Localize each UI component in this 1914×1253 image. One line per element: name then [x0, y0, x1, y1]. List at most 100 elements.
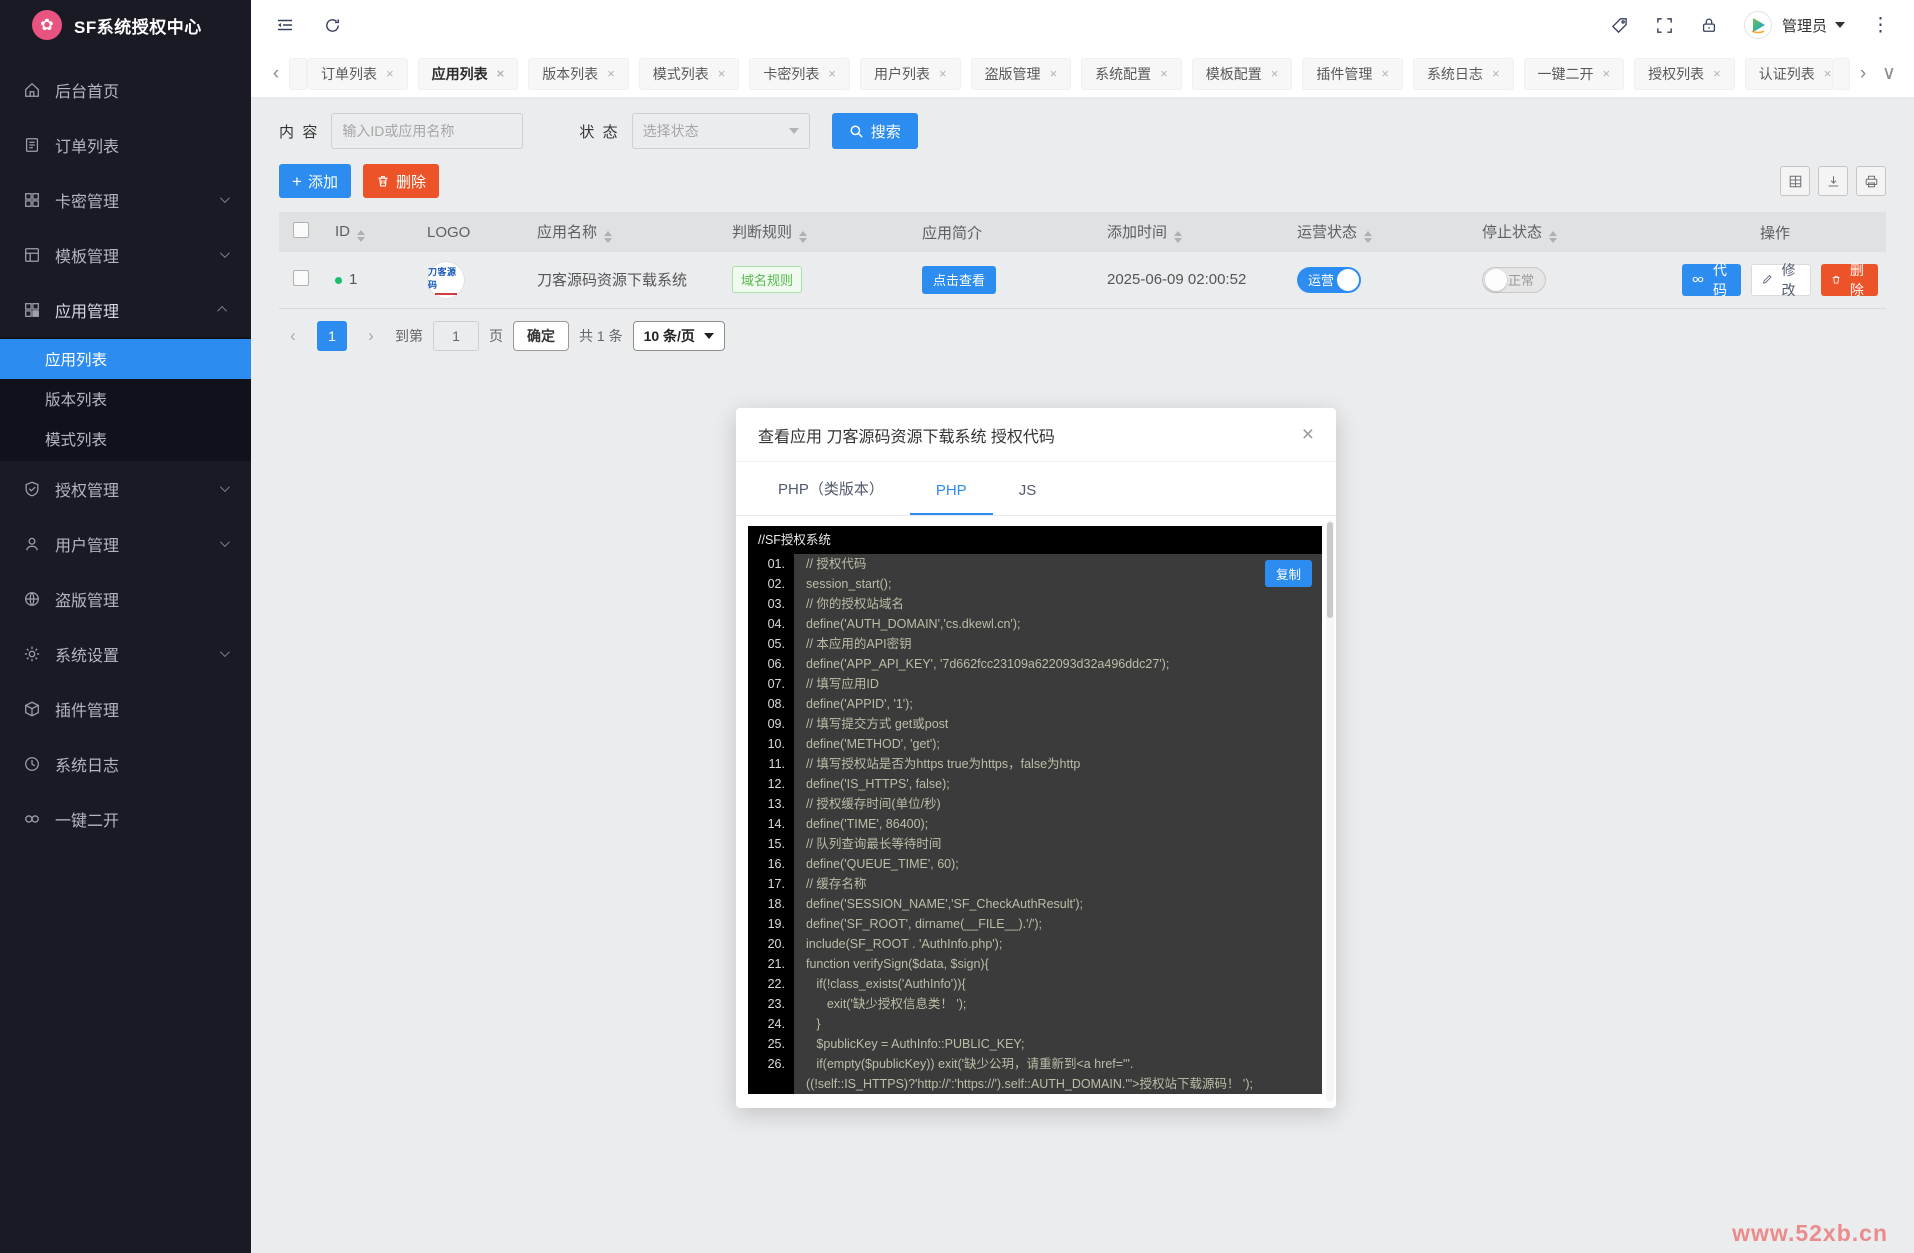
page-tab[interactable]: 盗版管理 ×: [970, 57, 1072, 90]
jump-page-input[interactable]: [433, 320, 479, 351]
page-tab[interactable]: 插件管理 ×: [1302, 57, 1403, 90]
table-header-row: ID LOGO 应用名称 判断规则 应用简介 添加时间 运营状态 停止状态 操作: [279, 212, 1886, 252]
col-stop-status[interactable]: 停止状态: [1474, 212, 1664, 252]
page-tab[interactable]: 一键二开 ×: [1523, 57, 1625, 90]
delete-row-button[interactable]: 删除: [1820, 262, 1878, 298]
column-settings-icon[interactable]: [1780, 166, 1810, 196]
close-icon[interactable]: ×: [1713, 66, 1721, 81]
tabs-dropdown-icon[interactable]: ∨: [1876, 62, 1902, 85]
user-avatar[interactable]: [1743, 11, 1772, 39]
sort-icon[interactable]: [799, 231, 808, 243]
sidebar-item-home[interactable]: 后台首页: [0, 62, 251, 117]
sort-icon[interactable]: [604, 231, 613, 243]
sidebar-subitem-version-list[interactable]: 版本列表: [0, 379, 251, 419]
scrollbar-thumb[interactable]: [1327, 522, 1333, 618]
delete-button[interactable]: 删除: [362, 164, 439, 198]
page-tab[interactable]: 系统配置 ×: [1081, 57, 1182, 90]
sidebar-item-templates[interactable]: 模板管理: [0, 227, 251, 282]
page-tab[interactable]: 版本列表 ×: [528, 57, 629, 90]
row-checkbox[interactable]: [293, 269, 309, 286]
view-intro-button[interactable]: 点击查看: [922, 265, 997, 294]
next-page-icon[interactable]: ›: [357, 322, 385, 350]
username[interactable]: 管理员: [1782, 15, 1827, 36]
sidebar-item-onekey[interactable]: 一键二开: [0, 791, 251, 846]
close-icon[interactable]: ×: [718, 66, 726, 81]
status-dot: [335, 277, 342, 285]
refresh-icon[interactable]: [323, 16, 342, 35]
close-icon[interactable]: ×: [1271, 66, 1279, 81]
search-button[interactable]: 搜索: [831, 113, 918, 149]
current-page[interactable]: 1: [317, 320, 347, 351]
modal-tab[interactable]: JS: [993, 482, 1063, 515]
sidebar-item-orders[interactable]: 订单列表: [0, 117, 251, 172]
col-time[interactable]: 添加时间: [1099, 212, 1289, 252]
clipped-tab[interactable]: [289, 57, 307, 90]
page-size-select[interactable]: 10 条/页: [632, 320, 725, 351]
tabs-scroll-right-icon[interactable]: ›: [1850, 63, 1876, 85]
sidebar-subitem-mode-list[interactable]: 模式列表: [0, 419, 251, 459]
page-tab[interactable]: 应用列表 ×: [417, 57, 519, 90]
col-rule[interactable]: 判断规则: [724, 212, 914, 252]
close-icon[interactable]: ×: [1381, 66, 1389, 81]
page-tab[interactable]: 用户列表 ×: [859, 57, 961, 90]
page-tab[interactable]: 系统日志 ×: [1412, 57, 1514, 90]
close-icon[interactable]: ×: [497, 66, 505, 81]
close-icon[interactable]: ×: [1050, 66, 1058, 81]
print-icon[interactable]: [1856, 166, 1886, 196]
sidebar-item-logs[interactable]: 系统日志: [0, 736, 251, 791]
add-button[interactable]: + 添加: [279, 164, 351, 198]
page-tab[interactable]: 卡密列表 ×: [749, 57, 850, 90]
modal-scrollbar[interactable]: [1326, 520, 1334, 1102]
page-tab[interactable]: 订单列表 ×: [307, 57, 408, 90]
page-tab[interactable]: 授权列表 ×: [1634, 57, 1735, 90]
edit-button[interactable]: 修改: [1751, 262, 1811, 298]
sidebar-item-auth[interactable]: 授权管理: [0, 461, 251, 516]
page-tab[interactable]: 模式列表 ×: [638, 57, 740, 90]
modal-tab[interactable]: PHP: [909, 482, 993, 515]
close-icon[interactable]: ×: [1492, 66, 1500, 81]
content-filter-input[interactable]: [331, 113, 524, 149]
sidebar-item-cards[interactable]: 卡密管理: [0, 172, 251, 227]
sidebar-item-label: 插件管理: [55, 702, 120, 720]
code-button[interactable]: 代码: [1682, 262, 1742, 298]
copy-button[interactable]: 复制: [1264, 560, 1312, 587]
sidebar-item-plugins[interactable]: 插件管理: [0, 681, 251, 736]
close-icon[interactable]: ×: [939, 66, 947, 81]
tabs-scroll-left-icon[interactable]: ‹: [263, 63, 289, 85]
clipped-tab[interactable]: [1832, 57, 1850, 90]
status-select[interactable]: 选择状态: [631, 113, 810, 149]
close-icon[interactable]: ×: [386, 66, 394, 81]
select-all-checkbox[interactable]: [293, 222, 309, 238]
page-tab[interactable]: 认证列表 ×: [1744, 57, 1832, 90]
close-icon[interactable]: ×: [1603, 66, 1611, 81]
modal-tab[interactable]: PHP（类版本）: [752, 478, 910, 515]
lock-icon[interactable]: [1700, 16, 1718, 34]
collapse-menu-icon[interactable]: [275, 15, 295, 35]
close-icon[interactable]: ×: [1302, 424, 1314, 445]
sidebar-item-settings[interactable]: 系统设置: [0, 626, 251, 681]
sort-icon[interactable]: [1174, 231, 1183, 243]
prev-page-icon[interactable]: ‹: [279, 322, 307, 350]
col-run-status[interactable]: 运营状态: [1289, 212, 1474, 252]
close-icon[interactable]: ×: [1824, 66, 1832, 81]
close-icon[interactable]: ×: [1160, 66, 1168, 81]
confirm-button[interactable]: 确定: [513, 320, 569, 351]
sort-icon[interactable]: [1549, 231, 1558, 243]
page-tab[interactable]: 模板配置 ×: [1191, 57, 1293, 90]
stop-status-toggle[interactable]: 正常: [1482, 266, 1546, 293]
sidebar-item-piracy[interactable]: 盗版管理: [0, 571, 251, 626]
sidebar-item-apps[interactable]: 应用管理: [0, 282, 251, 337]
more-menu-icon[interactable]: ⋮: [1871, 14, 1890, 37]
col-id[interactable]: ID: [327, 212, 419, 252]
sort-icon[interactable]: [1364, 231, 1373, 243]
fullscreen-icon[interactable]: [1655, 16, 1674, 35]
sort-icon[interactable]: [357, 229, 365, 242]
close-icon[interactable]: ×: [607, 66, 615, 81]
run-status-toggle[interactable]: 运营: [1297, 266, 1361, 293]
sidebar-subitem-app-list[interactable]: 应用列表: [0, 339, 251, 379]
close-icon[interactable]: ×: [828, 66, 836, 81]
sidebar-item-users[interactable]: 用户管理: [0, 516, 251, 571]
col-name[interactable]: 应用名称: [529, 212, 724, 252]
export-icon[interactable]: [1818, 166, 1848, 196]
tag-icon[interactable]: [1610, 16, 1629, 35]
